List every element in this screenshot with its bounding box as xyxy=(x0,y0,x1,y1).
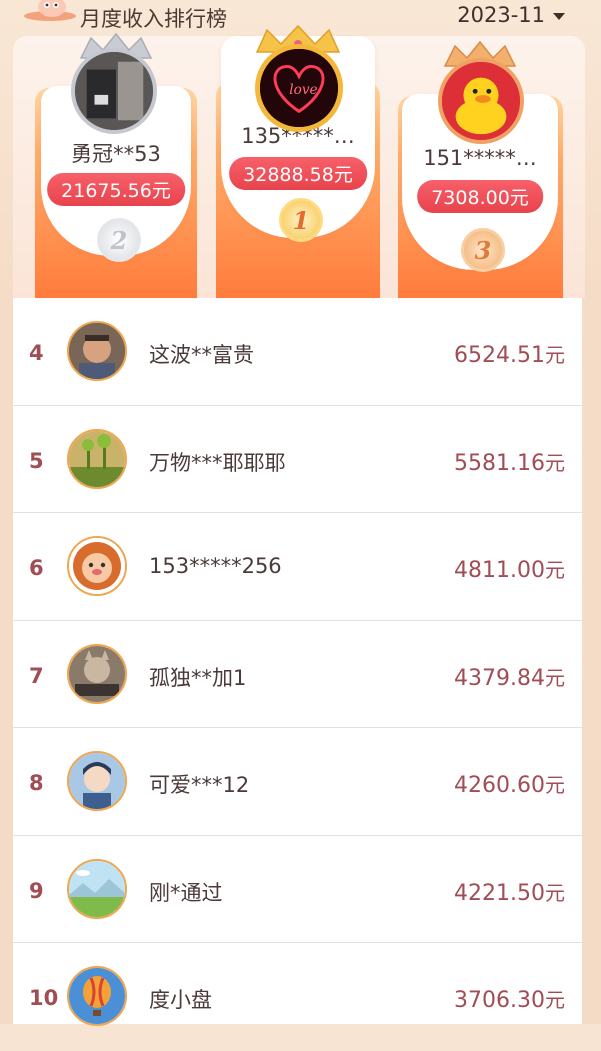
list-item[interactable]: 10 度小盘 3706.30元 xyxy=(13,943,582,1051)
podium-name-second: 勇冠**53 xyxy=(71,142,161,166)
cat-photo-avatar-icon xyxy=(69,645,125,702)
bunny-logo-icon xyxy=(24,0,76,21)
amount-value: 6524.51 xyxy=(454,343,545,368)
avatar[interactable] xyxy=(67,751,127,811)
page-title: 月度收入排行榜 xyxy=(80,7,227,31)
podium: 勇冠**53 21675.56元 2 135*****… 32888.58元 1 xyxy=(13,24,585,298)
income-amount: 6524.51元 xyxy=(454,339,565,368)
amount-value: 5581.16 xyxy=(454,450,545,476)
avatar-second[interactable] xyxy=(71,48,157,134)
amount-value: 4811.00 xyxy=(454,558,545,583)
medal-second-icon: 2 xyxy=(97,218,141,262)
amount-unit: 元 xyxy=(545,558,565,582)
user-name: 刚*通过 xyxy=(149,880,223,905)
yellow-duck-avatar-icon xyxy=(442,62,520,140)
photo-avatar-icon xyxy=(75,52,153,130)
amount-value: 3706.30 xyxy=(454,988,545,1013)
user-name: 153*****256 xyxy=(149,554,282,578)
amount-unit: 元 xyxy=(545,773,565,797)
avatar[interactable] xyxy=(67,536,127,596)
love-heart-avatar-icon: love xyxy=(260,49,338,127)
user-name: 孤独**加1 xyxy=(149,665,247,690)
amount-unit: 元 xyxy=(545,988,565,1012)
anime-boy-avatar-icon xyxy=(69,753,125,809)
list-item[interactable]: 8 可爱***12 4260.60元 xyxy=(13,728,582,836)
cartoon-lion-avatar-icon xyxy=(69,538,125,594)
podium-amount-third: 7308.00元 xyxy=(417,180,543,213)
avatar-third[interactable] xyxy=(438,58,524,144)
list-item[interactable]: 6 153*****256 4811.00元 xyxy=(13,513,582,621)
landscape-avatar-icon xyxy=(69,860,125,917)
list-item[interactable]: 4 这波**富贵 6524.51元 xyxy=(13,298,582,406)
podium-name-third: 151*****… xyxy=(423,146,537,170)
period-dropdown[interactable]: 2023-11 xyxy=(457,3,565,27)
amount-unit: 元 xyxy=(545,343,565,367)
income-amount: 5581.16元 xyxy=(454,447,565,476)
amount-unit: 元 xyxy=(545,665,565,690)
medal-first-icon: 1 xyxy=(279,198,323,242)
income-amount: 4379.84元 xyxy=(454,662,565,691)
amount-value: 4379.84 xyxy=(454,665,545,691)
amount-unit: 元 xyxy=(545,880,565,905)
avatar[interactable] xyxy=(67,966,127,1026)
rank-number: 6 xyxy=(29,556,44,580)
caret-down-icon xyxy=(553,12,565,20)
user-name: 度小盘 xyxy=(149,988,212,1012)
rank-number: 7 xyxy=(29,663,44,688)
income-amount: 3706.30元 xyxy=(454,984,565,1013)
user-name: 这波**富贵 xyxy=(149,343,254,367)
income-amount: 4260.60元 xyxy=(454,769,565,798)
income-amount: 4221.50元 xyxy=(454,877,565,906)
user-name: 可爱***12 xyxy=(149,773,250,797)
hot-air-balloon-avatar-icon xyxy=(69,968,125,1024)
user-name: 万物***耶耶耶 xyxy=(149,450,286,475)
amount-unit: 元 xyxy=(545,450,565,475)
man-face-avatar-icon xyxy=(69,323,125,379)
ranking-list: 4 这波**富贵 6524.51元 5 万物***耶耶耶 5581.16元 6 … xyxy=(13,298,582,1026)
avatar[interactable] xyxy=(67,858,127,919)
medal-third-icon: 3 xyxy=(461,228,505,272)
avatar[interactable] xyxy=(67,321,127,381)
list-item[interactable]: 9 刚*通过 4221.50元 xyxy=(13,836,582,943)
plant-sprout-avatar-icon xyxy=(69,430,125,487)
amount-value: 4221.50 xyxy=(454,880,545,906)
podium-amount-first: 32888.58元 xyxy=(229,157,367,190)
amount-value: 4260.60 xyxy=(454,773,545,798)
rank-number: 10 xyxy=(29,986,59,1010)
list-item[interactable]: 7 孤独**加1 4379.84元 xyxy=(13,621,582,728)
svg-text:love: love xyxy=(289,82,317,98)
income-amount: 4811.00元 xyxy=(454,554,565,583)
rank-number: 9 xyxy=(29,878,44,903)
avatar[interactable] xyxy=(67,643,127,704)
rank-number: 5 xyxy=(29,448,44,473)
period-value: 2023-11 xyxy=(457,3,545,27)
podium-amount-second: 21675.56元 xyxy=(47,173,185,206)
ranking-page: 月度收入排行榜 2023-11 勇冠**53 21675.56元 2 135**… xyxy=(0,0,601,1026)
avatar[interactable] xyxy=(67,428,127,489)
rank-number: 8 xyxy=(29,771,44,795)
avatar-first[interactable]: love xyxy=(255,44,343,132)
rank-number: 4 xyxy=(29,341,44,365)
list-item[interactable]: 5 万物***耶耶耶 5581.16元 xyxy=(13,406,582,513)
